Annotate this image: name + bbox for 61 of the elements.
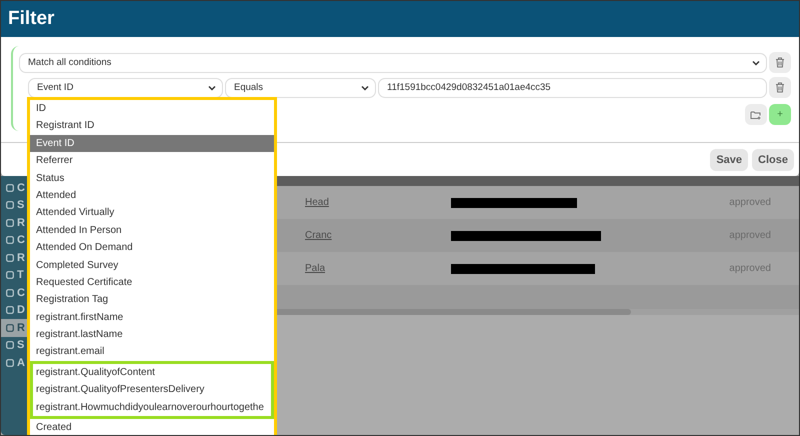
dropdown-option[interactable]: registrant.firstName — [30, 308, 274, 326]
square-icon — [6, 306, 14, 314]
square-icon — [6, 324, 14, 332]
close-button[interactable]: Close — [752, 148, 794, 170]
dropdown-option[interactable]: registrant.Howmuchdidyoulearnoverourhourtogethe — [33, 398, 271, 416]
sidebar-item[interactable]: C — [1, 179, 27, 196]
dropdown-option[interactable]: Status — [30, 170, 274, 187]
chevron-down-icon — [752, 60, 760, 66]
sidebar-item[interactable]: C — [1, 232, 27, 249]
add-condition-button[interactable]: + — [769, 104, 791, 125]
square-icon — [6, 288, 14, 297]
square-icon — [6, 236, 14, 244]
sidebar-item[interactable]: R — [1, 249, 27, 266]
name-link[interactable]: Head — [305, 197, 451, 208]
status-text: approved — [729, 263, 771, 274]
square-icon — [6, 341, 14, 350]
dropdown-option[interactable]: Registration Tag — [30, 291, 274, 309]
square-icon — [6, 184, 14, 192]
trash-icon — [775, 57, 785, 68]
sidebar-item[interactable]: A — [1, 354, 27, 372]
chevron-down-icon — [208, 84, 216, 90]
sidebar-item[interactable]: S — [1, 336, 27, 354]
name-link[interactable]: Pala — [305, 263, 451, 274]
sidebar-item[interactable]: T — [1, 266, 27, 284]
dropdown-option[interactable]: registrant.QualityofContent — [33, 364, 271, 382]
square-icon — [6, 358, 14, 367]
delete-button[interactable] — [769, 77, 791, 98]
delete-button[interactable] — [769, 52, 791, 73]
dropdown-option[interactable]: Attended On Demand — [30, 239, 274, 257]
sidebar-item[interactable]: S — [1, 196, 27, 214]
add-group-button[interactable] — [745, 104, 767, 125]
dropdown-option[interactable]: Registrant ID — [30, 117, 274, 135]
dropdown-option[interactable]: registrant.QualityofPresentersDelivery — [33, 381, 271, 399]
dropdown-option[interactable]: Created — [30, 419, 274, 435]
square-icon — [6, 271, 14, 280]
value-input[interactable]: 11f1591bcc0429d0832451a01ae4cc35 — [378, 78, 767, 98]
dropdown-option[interactable]: Attended — [30, 186, 274, 204]
field-select[interactable]: Event ID — [28, 78, 223, 98]
dropdown-option[interactable]: registrant.lastName — [30, 326, 274, 344]
dropdown-option[interactable]: ID — [30, 100, 274, 118]
square-icon — [6, 201, 14, 210]
sidebar-item[interactable]: D — [1, 302, 27, 319]
dialog-title: Filter — [8, 8, 54, 30]
dropdown-option[interactable]: Completed Survey — [30, 256, 274, 274]
trash-icon — [775, 82, 785, 93]
dropdown-option[interactable]: Referrer — [30, 152, 274, 170]
square-icon — [6, 254, 14, 262]
square-icon — [6, 218, 14, 227]
dropdown-option[interactable]: Requested Certificate — [30, 274, 274, 292]
save-button[interactable]: Save — [710, 148, 748, 170]
operator-select[interactable]: Equals — [225, 78, 376, 98]
sidebar-item[interactable]: C — [1, 284, 27, 302]
sidebar-item[interactable]: R — [1, 214, 27, 232]
dropdown-option[interactable]: Attended Virtually — [30, 204, 274, 222]
dropdown-option[interactable]: Event ID — [30, 134, 274, 152]
dropdown-option[interactable]: registrant.email — [30, 343, 274, 361]
chevron-down-icon — [361, 84, 369, 90]
status-text: approved — [729, 197, 771, 208]
folder-plus-icon — [750, 110, 762, 120]
match-select[interactable]: Match all conditions — [19, 52, 767, 72]
dropdown-option[interactable]: Attended In Person — [30, 222, 274, 240]
